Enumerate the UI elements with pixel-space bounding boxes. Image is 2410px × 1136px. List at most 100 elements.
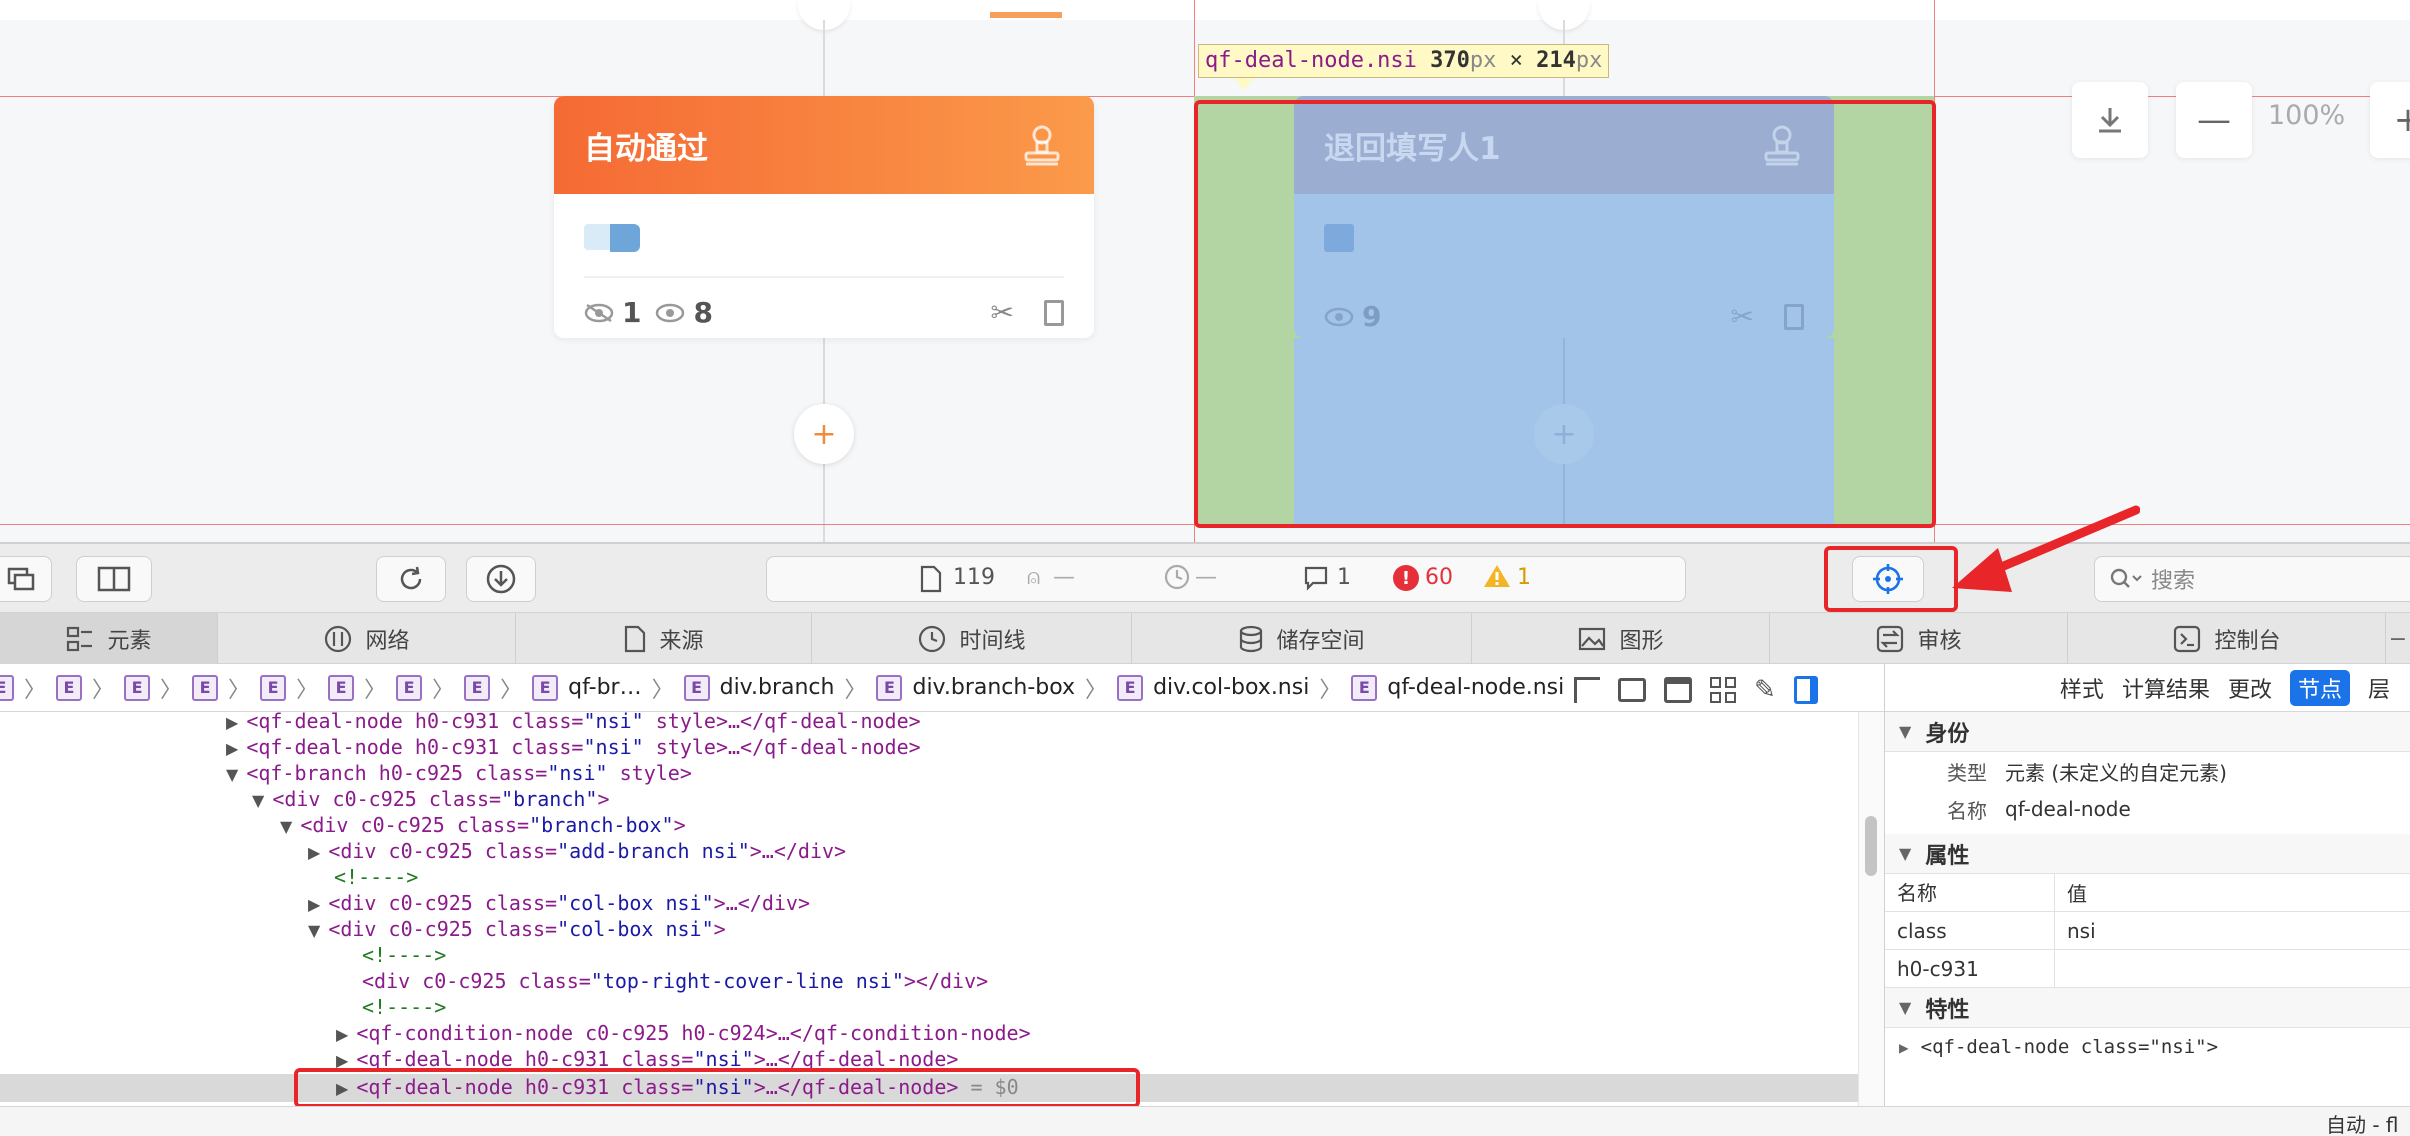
search-field[interactable]: 搜索 bbox=[2094, 556, 2410, 602]
element-badge-icon[interactable]: E bbox=[683, 674, 710, 701]
errors-count: 60 bbox=[1425, 565, 1453, 590]
tree-node[interactable]: <div c0-c925 class="top-right-cover-line… bbox=[362, 968, 988, 994]
element-badge-icon[interactable]: E bbox=[464, 674, 491, 701]
tab-network[interactable]: 网络 bbox=[218, 613, 516, 665]
disclosure-right-icon[interactable]: ▶ bbox=[336, 1025, 348, 1044]
status-bar: 自动 - fl bbox=[0, 1106, 2410, 1136]
attr-value[interactable]: nsi bbox=[2055, 919, 2096, 943]
element-badge-icon[interactable]: E bbox=[876, 674, 903, 701]
brush-icon[interactable]: ✎ bbox=[1754, 675, 1776, 705]
attr-name[interactable]: h0-c931 bbox=[1885, 949, 2055, 988]
tab-computed[interactable]: 计算结果 bbox=[2122, 672, 2210, 704]
breadcrumb-item[interactable]: div.col-box.nsi bbox=[1153, 675, 1309, 700]
disclosure-down-icon: ▼ bbox=[1899, 998, 1912, 1017]
tab-storage[interactable]: 储存空间 bbox=[1132, 613, 1472, 665]
deal-node-card-auto[interactable]: 自动通过 1 8 ✂ bbox=[554, 96, 1094, 338]
zoom-in-button[interactable]: + bbox=[2370, 82, 2410, 158]
copy-icon[interactable] bbox=[1044, 299, 1064, 326]
tree-node[interactable]: ▼ <qf-branch h0-c925 class="nsi" style> bbox=[226, 760, 692, 786]
tree-scrollbar[interactable] bbox=[1858, 712, 1884, 1106]
audit-icon bbox=[1877, 625, 1904, 653]
network-icon bbox=[325, 625, 352, 653]
element-badge-icon[interactable]: E bbox=[328, 674, 355, 701]
tree-comment[interactable]: <!----> bbox=[362, 942, 446, 968]
status-dashboard[interactable]: 119 ⍝ — — 1 ! 60 1 bbox=[766, 556, 1686, 602]
breadcrumb-item[interactable]: div.branch bbox=[720, 675, 835, 700]
chevron-right-icon: 〉 bbox=[844, 677, 867, 703]
type-label: 类型 bbox=[1947, 760, 1987, 785]
tab-more[interactable]: − bbox=[2386, 613, 2410, 665]
devtools-tabs: 元素 网络 来源 时间线 储存空间 图形 审核 控制台 − bbox=[0, 612, 2410, 665]
add-node-button[interactable]: + bbox=[794, 404, 854, 464]
reload-button[interactable] bbox=[376, 556, 446, 602]
tree-comment[interactable]: <!----> bbox=[362, 994, 446, 1020]
element-badge-icon[interactable]: E bbox=[260, 674, 287, 701]
breadcrumb-item-current[interactable]: qf-deal-node.nsi bbox=[1387, 675, 1564, 700]
print-icon[interactable] bbox=[1618, 678, 1646, 702]
element-badge-icon[interactable]: E bbox=[1351, 674, 1378, 701]
zoom-out-button[interactable]: — bbox=[2176, 82, 2252, 158]
tree-node[interactable]: ▼ <div c0-c925 class="branch-box"> bbox=[280, 812, 686, 838]
dock-button[interactable] bbox=[76, 556, 152, 602]
graphics-icon bbox=[1579, 627, 1606, 651]
disclosure-down-icon[interactable]: ▼ bbox=[252, 791, 264, 810]
download-button[interactable] bbox=[2072, 82, 2148, 158]
disclosure-right-icon[interactable]: ▶ bbox=[308, 843, 320, 862]
status-text: 自动 - fl bbox=[2326, 1113, 2399, 1136]
tab-console[interactable]: 控制台 bbox=[2068, 613, 2386, 665]
disclosure-down-icon[interactable]: ▼ bbox=[308, 921, 320, 940]
element-badge-icon[interactable]: E bbox=[192, 674, 219, 701]
cut-icon[interactable]: ✂ bbox=[991, 296, 1014, 329]
tree-node[interactable]: ▼ <div c0-c925 class="branch"> bbox=[252, 786, 609, 812]
element-badge-icon[interactable]: E bbox=[124, 674, 151, 701]
chevron-right-icon: 〉 bbox=[651, 677, 674, 703]
tree-node[interactable]: ▶ <qf-condition-node c0-c925 h0-c924>…</q… bbox=[336, 1020, 1031, 1046]
disclosure-right-icon[interactable]: ▶ bbox=[1899, 1038, 1909, 1057]
tab-graphics[interactable]: 图形 bbox=[1472, 613, 1770, 665]
grid-icon[interactable] bbox=[1710, 677, 1736, 703]
element-badge-icon[interactable]: E bbox=[396, 674, 423, 701]
tab-node[interactable]: 节点 bbox=[2289, 669, 2350, 706]
attributes-section-header[interactable]: ▼ 属性 bbox=[1885, 834, 2410, 874]
disclosure-right-icon[interactable]: ▶ bbox=[308, 895, 320, 914]
tab-audit[interactable]: 审核 bbox=[1770, 613, 2068, 665]
element-badge-icon[interactable]: E bbox=[1117, 674, 1144, 701]
tree-node[interactable]: ▶ <div c0-c925 class="col-box nsi">…</div… bbox=[308, 890, 810, 916]
detach-button[interactable] bbox=[0, 556, 52, 602]
tab-timeline[interactable]: 时间线 bbox=[812, 613, 1132, 665]
flow-canvas[interactable]: 自动通过 1 8 ✂ + 退回填写人1 9 ✂ + qf-deal-node.n… bbox=[0, 0, 2410, 542]
scrollbar-thumb[interactable] bbox=[1865, 816, 1877, 876]
tree-node[interactable]: ▼ <div c0-c925 class="col-box nsi"> bbox=[308, 916, 726, 942]
identity-section-header[interactable]: ▼ 身份 bbox=[1885, 712, 2410, 752]
properties-section-header[interactable]: ▼ 特性 bbox=[1885, 988, 2410, 1028]
zoom-level: 100% bbox=[2268, 100, 2346, 131]
disclosure-right-icon[interactable]: ▶ bbox=[226, 739, 238, 758]
tree-comment[interactable]: <!----> bbox=[334, 864, 418, 890]
window-icon[interactable] bbox=[1664, 677, 1692, 703]
sidebar-toggle-icon[interactable] bbox=[1793, 676, 1818, 704]
tab-layers[interactable]: 层 bbox=[2368, 672, 2390, 704]
tab-styles[interactable]: 样式 bbox=[2060, 672, 2104, 704]
ruler-icon[interactable] bbox=[1574, 677, 1600, 703]
tab-sources[interactable]: 来源 bbox=[516, 613, 812, 665]
element-badge-icon[interactable]: E bbox=[56, 674, 83, 701]
tree-node[interactable]: ▶ <div c0-c925 class="add-branch nsi">…</… bbox=[308, 838, 846, 864]
chevron-right-icon: 〉 bbox=[364, 677, 387, 703]
breadcrumb-item[interactable]: qf-br… bbox=[568, 675, 641, 700]
plus-icon: + bbox=[2393, 100, 2410, 140]
tree-node[interactable]: ▶ <qf-deal-node h0-c931 class="nsi" style… bbox=[226, 734, 921, 760]
tree-node[interactable]: ▶ <qf-deal-node h0-c931 class="nsi" style… bbox=[226, 712, 921, 734]
disclosure-down-icon[interactable]: ▼ bbox=[226, 765, 238, 784]
breadcrumb-item[interactable]: div.branch-box bbox=[912, 675, 1075, 700]
tab-elements[interactable]: 元素 bbox=[0, 613, 218, 665]
messages-count: 1 bbox=[1337, 565, 1351, 590]
dom-tree[interactable]: ▶ <qf-deal-node h0-c931 class="nsi" style… bbox=[0, 712, 1858, 1106]
disclosure-down-icon[interactable]: ▼ bbox=[280, 817, 292, 836]
download-archive-button[interactable] bbox=[466, 556, 536, 602]
property-item[interactable]: ▶ <qf-deal-node class="nsi"> bbox=[1885, 1028, 2410, 1066]
disclosure-right-icon[interactable]: ▶ bbox=[226, 713, 238, 732]
tab-changes[interactable]: 更改 bbox=[2228, 672, 2272, 704]
attr-name[interactable]: class bbox=[1885, 911, 2055, 950]
element-badge-icon[interactable]: E bbox=[0, 674, 14, 701]
element-badge-icon[interactable]: E bbox=[532, 674, 559, 701]
